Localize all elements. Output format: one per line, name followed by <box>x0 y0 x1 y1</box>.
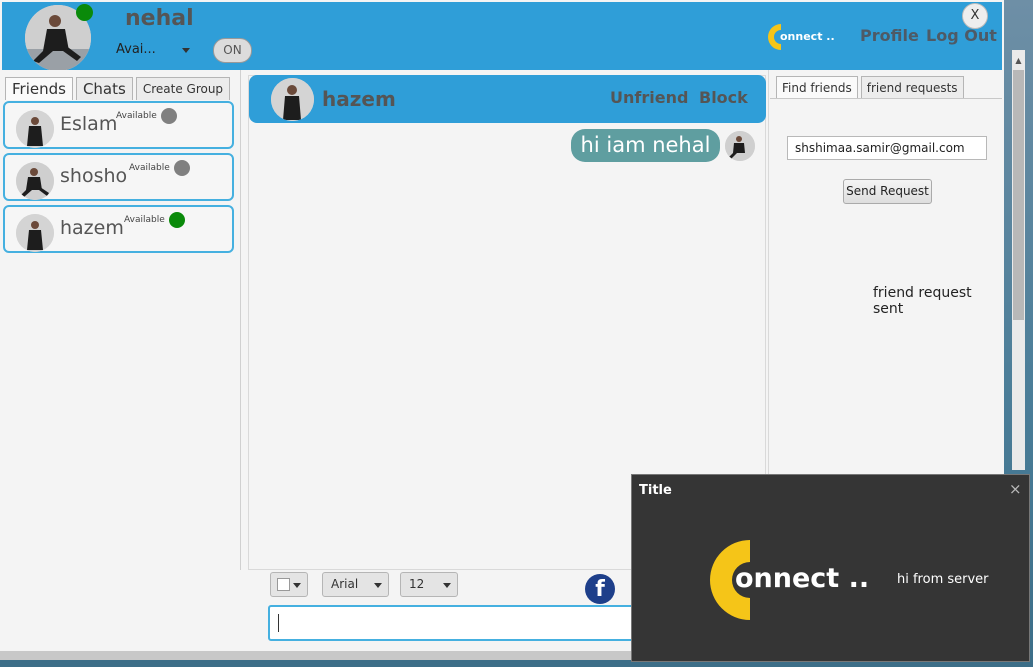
friend-name: shosho <box>60 165 128 187</box>
friend-item-eslam[interactable]: Eslam Available <box>3 101 234 149</box>
font-size-select[interactable]: 12 <box>400 572 458 597</box>
chat-header: hazem Unfriend Block <box>249 75 766 123</box>
scrollbar-thumb[interactable] <box>1013 70 1024 320</box>
font-family-value: Arial <box>331 577 359 591</box>
friend-status: Available <box>129 163 170 173</box>
logout-link[interactable]: Log Out <box>926 26 997 45</box>
friend-status: Available <box>124 215 165 225</box>
tab-find-friends[interactable]: Find friends <box>776 76 858 99</box>
friend-avatar <box>16 110 54 148</box>
chevron-down-icon <box>293 583 301 588</box>
facebook-icon[interactable]: f <box>585 574 615 604</box>
email-field[interactable]: shshimaa.samir@gmail.com <box>787 136 987 160</box>
tab-chats[interactable]: Chats <box>75 77 133 100</box>
friend-avatar <box>16 214 54 252</box>
chevron-down-icon <box>374 583 382 588</box>
create-group-button[interactable]: Create Group <box>135 77 231 100</box>
notification-popup: Title × onnect .. hi from server <box>631 474 1030 662</box>
chat-partner-name: hazem <box>322 87 396 111</box>
close-button[interactable]: X <box>962 3 988 29</box>
friend-status-dot <box>169 212 185 228</box>
online-toggle[interactable]: ON <box>213 38 252 63</box>
right-tabs: Find friends friend requests <box>776 76 967 99</box>
request-status-text: friend request sent <box>873 285 972 317</box>
notification-message: hi from server <box>897 572 989 587</box>
status-dropdown[interactable]: Avai... <box>116 42 190 60</box>
chevron-down-icon <box>182 48 190 53</box>
chat-partner-avatar <box>271 78 314 121</box>
friend-status-dot <box>174 160 190 176</box>
text-cursor <box>278 614 279 632</box>
friend-name: Eslam <box>60 113 118 135</box>
scroll-up-icon[interactable]: ▲ <box>1013 56 1024 68</box>
notification-close-icon[interactable]: × <box>1009 480 1022 498</box>
tab-friends[interactable]: Friends <box>5 77 73 100</box>
block-button[interactable]: Block <box>699 88 748 107</box>
send-request-button[interactable]: Send Request <box>843 179 932 204</box>
friend-status-dot <box>161 108 177 124</box>
notification-title: Title <box>639 483 672 498</box>
friend-avatar <box>16 162 54 200</box>
left-panel-divider <box>240 70 241 570</box>
message-sender-avatar <box>725 131 755 161</box>
user-online-indicator <box>76 4 93 21</box>
profile-link[interactable]: Profile <box>860 26 919 45</box>
sent-message-bubble: hi iam nehal <box>571 129 720 162</box>
left-tabs: Friends Chats Create Group <box>5 77 233 100</box>
font-family-select[interactable]: Arial <box>322 572 389 597</box>
font-size-value: 12 <box>409 577 425 591</box>
friend-item-shosho[interactable]: shosho Available <box>3 153 234 201</box>
friend-status: Available <box>116 111 157 121</box>
connect-logo-text: onnect .. <box>780 30 835 43</box>
tab-divider <box>770 98 1002 99</box>
tab-friend-requests[interactable]: friend requests <box>860 76 964 99</box>
text-color-picker[interactable] <box>270 572 308 597</box>
friend-item-hazem[interactable]: hazem Available <box>3 205 234 253</box>
message-input[interactable] <box>268 605 638 641</box>
color-swatch <box>277 578 290 591</box>
notification-logo-text: onnect .. <box>735 563 870 594</box>
chevron-down-icon <box>443 583 451 588</box>
user-name: nehal <box>125 6 194 31</box>
friend-name: hazem <box>60 217 124 239</box>
status-dropdown-value: Avai... <box>116 42 156 57</box>
unfriend-button[interactable]: Unfriend <box>610 88 688 107</box>
